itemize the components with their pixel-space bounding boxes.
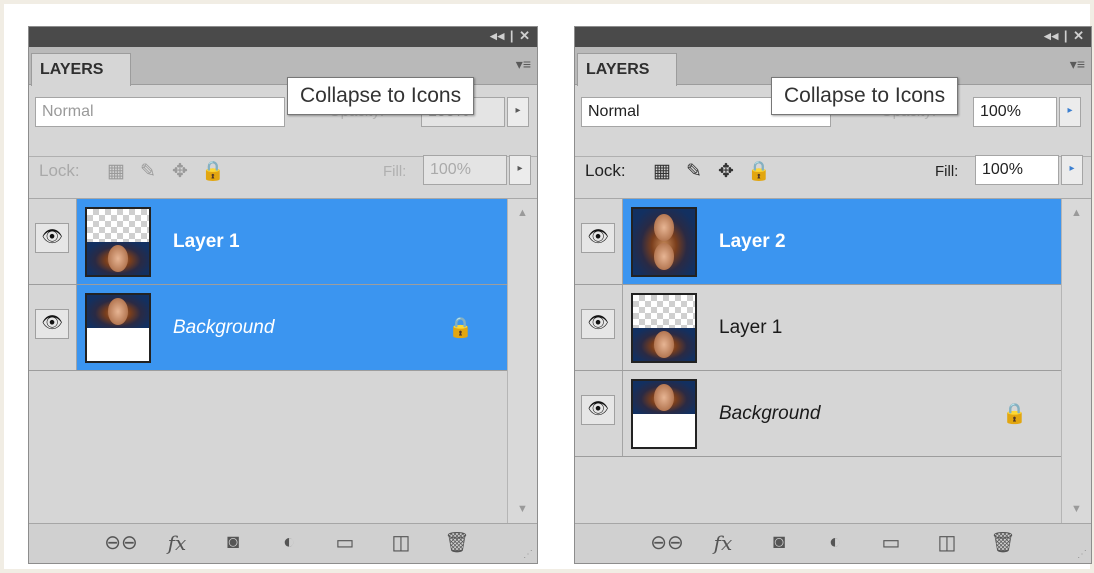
fill-field[interactable]: 100% xyxy=(423,155,507,185)
layer-thumbnail xyxy=(85,293,151,363)
scroll-up-icon[interactable]: ▲ xyxy=(508,207,537,219)
adjustment-layer-icon[interactable]: ◐ xyxy=(261,531,317,554)
link-layers-icon[interactable]: ⊖⊖ xyxy=(93,530,149,555)
lock-transparent-pixels-icon[interactable]: ▦ xyxy=(651,160,673,183)
new-group-icon[interactable]: ▭ xyxy=(317,530,373,555)
panel-titlebar: ◂◂ | ✕ xyxy=(575,27,1091,47)
layer-row-background[interactable]: 👁 Background 🔒 xyxy=(29,285,507,371)
fill-label: Fill: xyxy=(383,163,407,180)
layer-name[interactable]: Background xyxy=(719,403,820,425)
visibility-cell: 👁 xyxy=(29,199,77,284)
fill-arrow-button[interactable]: ▸ xyxy=(509,155,531,185)
layer-name[interactable]: Background xyxy=(173,317,274,339)
eye-icon[interactable]: 👁 xyxy=(581,395,615,425)
layer-list: 👁 Layer 1 👁 Background 🔒 xyxy=(29,199,507,371)
lock-icon: 🔒 xyxy=(448,317,473,339)
layer-row-layer-2[interactable]: 👁 Layer 2 xyxy=(575,199,1061,285)
link-layers-icon[interactable]: ⊖⊖ xyxy=(639,530,695,555)
delete-layer-icon[interactable]: 🗑 xyxy=(975,530,1031,555)
layer-thumbnail xyxy=(631,207,697,277)
panel-bottom-toolbar: ⊖⊖ fx ◙ ◐ ▭ ◫ 🗑 ⋰ xyxy=(575,523,1091,563)
panel-bottom-toolbar: ⊖⊖ fx ◙ ◐ ▭ ◫ 🗑 ⋰ xyxy=(29,523,537,563)
scroll-down-icon[interactable]: ▼ xyxy=(1062,503,1091,515)
lock-image-pixels-icon[interactable]: ✎ xyxy=(137,160,159,183)
fx-icon[interactable]: fx xyxy=(149,531,205,555)
layers-panel-left: ◂◂ | ✕ LAYERS ▾≡ Normal Opacity: 100% ▸ … xyxy=(28,26,538,564)
adjustment-layer-icon[interactable]: ◐ xyxy=(807,531,863,554)
lock-icon: 🔒 xyxy=(1002,403,1027,425)
panel-titlebar: ◂◂ | ✕ xyxy=(29,27,537,47)
blend-mode-select[interactable]: Normal xyxy=(35,97,285,127)
add-mask-icon[interactable]: ◙ xyxy=(205,531,261,554)
panel-window-controls[interactable]: ◂◂ | ✕ xyxy=(1044,28,1085,44)
layer-thumbnail xyxy=(631,379,697,449)
scroll-down-icon[interactable]: ▼ xyxy=(508,503,537,515)
fill-field[interactable]: 100% xyxy=(975,155,1059,185)
layers-panel-right: ◂◂ | ✕ LAYERS ▾≡ Normal Opacity: 100% ▸ … xyxy=(574,26,1092,564)
lock-label: Lock: xyxy=(585,161,626,180)
fx-icon[interactable]: fx xyxy=(695,531,751,555)
eye-icon[interactable]: 👁 xyxy=(35,223,69,253)
visibility-cell: 👁 xyxy=(575,371,623,456)
tab-layers[interactable]: LAYERS xyxy=(577,53,677,86)
layer-name[interactable]: Layer 1 xyxy=(173,231,240,253)
lock-icons: ▦ ✎ ✥ 🔒 xyxy=(105,159,225,183)
new-layer-icon[interactable]: ◫ xyxy=(919,530,975,555)
visibility-cell: 👁 xyxy=(575,285,623,370)
scroll-up-icon[interactable]: ▲ xyxy=(1062,207,1091,219)
delete-layer-icon[interactable]: 🗑 xyxy=(429,530,485,555)
lock-position-icon[interactable]: ✥ xyxy=(169,160,191,183)
layer-list: 👁 Layer 2 👁 Layer 1 👁 Background 🔒 xyxy=(575,199,1061,457)
panel-menu-icon[interactable]: ▾≡ xyxy=(1070,56,1085,73)
eye-icon[interactable]: 👁 xyxy=(35,309,69,339)
lock-position-icon[interactable]: ✥ xyxy=(715,160,737,183)
opacity-field[interactable]: 100% xyxy=(973,97,1057,127)
layer-row-background[interactable]: 👁 Background 🔒 xyxy=(575,371,1061,457)
new-group-icon[interactable]: ▭ xyxy=(863,530,919,555)
lock-all-icon[interactable]: 🔒 xyxy=(201,159,225,183)
eye-icon[interactable]: 👁 xyxy=(581,309,615,339)
lock-all-icon[interactable]: 🔒 xyxy=(747,159,771,183)
lock-label: Lock: xyxy=(39,161,80,180)
layer-thumbnail xyxy=(631,293,697,363)
panel-window-controls[interactable]: ◂◂ | ✕ xyxy=(490,28,531,44)
lock-row: Lock: ▦ ✎ ✥ 🔒 Fill: 100% ▸ xyxy=(29,147,537,199)
layer-list-scrollbar[interactable]: ▲ ▼ xyxy=(507,199,537,523)
opacity-arrow-button[interactable]: ▸ xyxy=(507,97,529,127)
collapse-tooltip: Collapse to Icons xyxy=(771,77,959,115)
screenshot-frame: ◂◂ | ✕ LAYERS ▾≡ Normal Opacity: 100% ▸ … xyxy=(0,0,1094,573)
layer-list-scrollbar[interactable]: ▲ ▼ xyxy=(1061,199,1091,523)
new-layer-icon[interactable]: ◫ xyxy=(373,530,429,555)
layer-thumbnail xyxy=(85,207,151,277)
layer-row-layer-1[interactable]: 👁 Layer 1 xyxy=(29,199,507,285)
visibility-cell: 👁 xyxy=(575,199,623,284)
add-mask-icon[interactable]: ◙ xyxy=(751,531,807,554)
lock-icons: ▦ ✎ ✥ 🔒 xyxy=(651,159,771,183)
opacity-arrow-button[interactable]: ▸ xyxy=(1059,97,1081,127)
fill-label: Fill: xyxy=(935,163,959,180)
resize-grip-icon[interactable]: ⋰ xyxy=(1077,549,1087,560)
eye-icon[interactable]: 👁 xyxy=(581,223,615,253)
fill-arrow-button[interactable]: ▸ xyxy=(1061,155,1083,185)
lock-image-pixels-icon[interactable]: ✎ xyxy=(683,160,705,183)
lock-transparent-pixels-icon[interactable]: ▦ xyxy=(105,160,127,183)
lock-row: Lock: ▦ ✎ ✥ 🔒 Fill: 100% ▸ xyxy=(575,147,1091,199)
layer-name[interactable]: Layer 1 xyxy=(719,317,782,339)
collapse-tooltip: Collapse to Icons xyxy=(287,77,475,115)
panel-menu-icon[interactable]: ▾≡ xyxy=(516,56,531,73)
visibility-cell: 👁 xyxy=(29,285,77,370)
layer-row-layer-1[interactable]: 👁 Layer 1 xyxy=(575,285,1061,371)
layer-name[interactable]: Layer 2 xyxy=(719,231,786,253)
tab-layers[interactable]: LAYERS xyxy=(31,53,131,86)
resize-grip-icon[interactable]: ⋰ xyxy=(523,549,533,560)
